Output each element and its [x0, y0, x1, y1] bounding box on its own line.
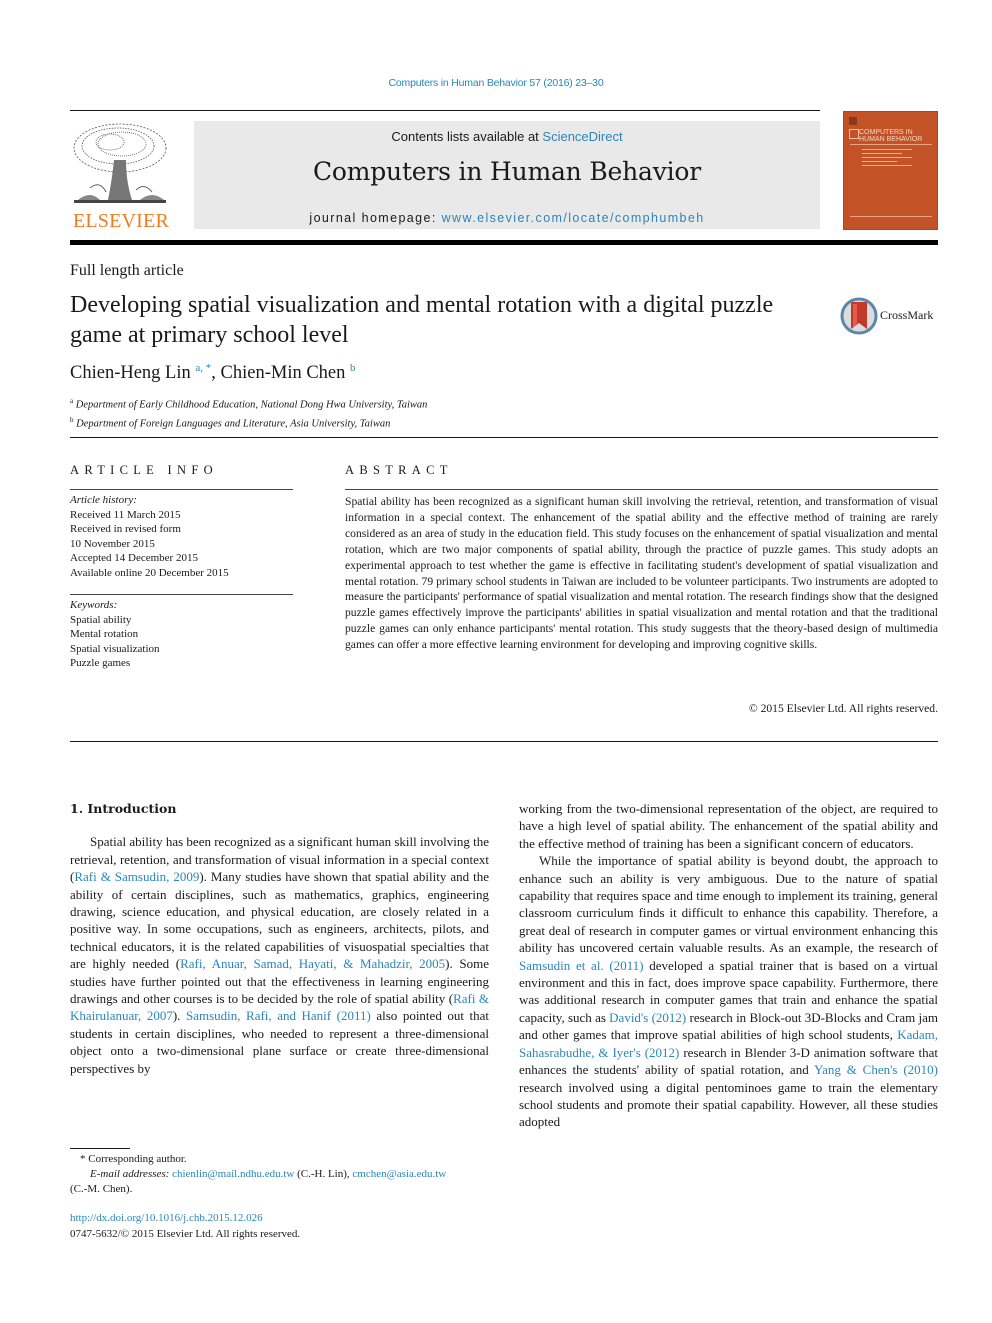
citation-link[interactable]: Samsudin, Rafi, and Hanif (2011)	[186, 1008, 371, 1023]
cover-title: COMPUTERS IN HUMAN BEHAVIOR	[859, 129, 922, 143]
affiliation-text: Department of Early Childhood Education,…	[75, 399, 428, 411]
corresponding-author-note: * Corresponding author.	[70, 1152, 489, 1167]
author-list: Chien-Heng Lin a, *, Chien-Min Chen b	[70, 362, 356, 384]
divider	[70, 741, 938, 742]
article-info-heading: ARTICLE INFO	[70, 463, 218, 477]
elsevier-tree-icon	[73, 123, 167, 203]
author-name[interactable]: Chien-Min Chen	[221, 363, 346, 383]
homepage-line: journal homepage: www.elsevier.com/locat…	[194, 211, 820, 225]
affiliation-text: Department of Foreign Languages and Lite…	[76, 418, 391, 430]
sciencedirect-link[interactable]: ScienceDirect	[542, 129, 622, 144]
header-top-rule	[70, 110, 820, 111]
email-note: E-mail addresses: chienlin@mail.ndhu.edu…	[70, 1167, 489, 1182]
abstract-text: Spatial ability has been recognized as a…	[345, 495, 938, 652]
footnotes: * Corresponding author. E-mail addresses…	[70, 1152, 489, 1197]
history-label: Article history:	[70, 494, 137, 506]
citation-link[interactable]: Rafi & Samsudin, 2009	[74, 869, 199, 884]
history-item: Received in revised form	[70, 523, 181, 535]
history-item: Available online 20 December 2015	[70, 566, 229, 579]
divider	[70, 594, 293, 595]
journal-cover-thumbnail[interactable]: COMPUTERS IN HUMAN BEHAVIOR	[843, 111, 938, 230]
keyword: Spatial visualization	[70, 642, 160, 655]
abstract-heading: ABSTRACT	[345, 463, 453, 477]
citation-link[interactable]: Rafi, Anuar, Samad, Hayati, & Mahadzir, …	[180, 956, 445, 971]
footnote-mark: *	[80, 1153, 86, 1165]
journal-homepage-link[interactable]: www.elsevier.com/locate/comphumbeh	[442, 211, 705, 225]
cover-title-line1: COMPUTERS IN	[859, 129, 913, 136]
issn-copyright: 0747-5632/© 2015 Elsevier Ltd. All right…	[70, 1227, 301, 1240]
contents-line: Contents lists available at ScienceDirec…	[194, 129, 820, 144]
keywords: Keywords: Spatial ability Mental rotatio…	[70, 598, 160, 671]
footnote-text: Corresponding author.	[88, 1153, 187, 1165]
email-link[interactable]: chienlin@mail.ndhu.edu.tw	[172, 1168, 294, 1180]
footnote-rule	[70, 1148, 130, 1149]
journal-reference-link[interactable]: Computers in Human Behavior 57 (2016) 23…	[0, 77, 992, 89]
citation-link[interactable]: Yang & Chen's (2010)	[814, 1062, 938, 1077]
history-item: Received 11 March 2015	[70, 508, 181, 521]
header-thick-rule	[70, 240, 938, 245]
keyword: Puzzle games	[70, 657, 131, 669]
author-affiliation-marks[interactable]: a, *	[195, 362, 211, 374]
crossmark-button[interactable]: CrossMark	[840, 294, 940, 338]
cover-emblem-icon	[849, 129, 859, 139]
article-history: Article history: Received 11 March 2015 …	[70, 493, 229, 580]
author-name[interactable]: Chien-Heng Lin	[70, 363, 191, 383]
author-separator: ,	[211, 363, 221, 384]
affiliation: b Department of Foreign Languages and Li…	[70, 413, 427, 432]
crossmark-label: CrossMark	[880, 308, 934, 322]
homepage-prefix: journal homepage:	[309, 211, 442, 225]
email-label: E-mail addresses:	[90, 1168, 170, 1180]
elsevier-logo[interactable]: ELSEVIER	[70, 120, 172, 232]
citation-link[interactable]: Kadam, Sahasrabudhe, & Iyer's (2012)	[519, 1027, 938, 1059]
affiliation-mark: a	[70, 397, 74, 405]
cover-publisher-mark-icon	[849, 117, 857, 125]
keywords-label: Keywords:	[70, 599, 118, 611]
affiliation-mark: b	[70, 416, 74, 424]
body-column-right: working from the two-dimensional represe…	[519, 800, 938, 1131]
keyword: Spatial ability	[70, 613, 132, 626]
affiliation: a Department of Early Childhood Educatio…	[70, 394, 427, 413]
citation-link[interactable]: David's (2012)	[609, 1010, 686, 1025]
body-paragraph: While the importance of spatial ability …	[519, 853, 938, 1130]
email-link[interactable]: cmchen@asia.edu.tw	[352, 1168, 446, 1180]
citation-link[interactable]: Samsudin et al. (2011)	[519, 958, 644, 973]
abstract-copyright: © 2015 Elsevier Ltd. All rights reserved…	[748, 702, 938, 715]
history-item: 10 November 2015	[70, 537, 155, 550]
divider	[70, 489, 293, 490]
cover-text-lines	[862, 149, 912, 169]
history-item: Accepted 14 December 2015	[70, 552, 198, 564]
elsevier-wordmark: ELSEVIER	[72, 210, 170, 232]
body-paragraph: working from the two-dimensional represe…	[519, 801, 938, 851]
author-affiliation-marks[interactable]: b	[350, 362, 356, 374]
article-title: Developing spatial visualization and men…	[70, 292, 774, 348]
keyword: Mental rotation	[70, 628, 139, 640]
doi-block: http://dx.doi.org/10.1016/j.chb.2015.12.…	[70, 1211, 300, 1242]
divider	[345, 489, 938, 490]
cover-title-line2: HUMAN BEHAVIOR	[859, 136, 923, 143]
body-column-left: 1. Introduction Spatial ability has been…	[70, 800, 489, 1077]
crossmark-bookmark-icon	[840, 297, 878, 335]
journal-title: Computers in Human Behavior	[312, 157, 702, 186]
journal-masthead: Contents lists available at ScienceDirec…	[194, 121, 820, 229]
section-heading-introduction: 1. Introduction	[70, 801, 177, 816]
cover-bottom-rule	[850, 216, 932, 217]
article-type: Full length article	[70, 262, 184, 279]
doi-link[interactable]: http://dx.doi.org/10.1016/j.chb.2015.12.…	[70, 1212, 263, 1224]
email-owner-line: (C.-M. Chen).	[70, 1183, 133, 1195]
contents-prefix: Contents lists available at	[391, 129, 543, 144]
cover-rule	[850, 144, 932, 145]
affiliations: a Department of Early Childhood Educatio…	[70, 394, 427, 432]
body-paragraph: Spatial ability has been recognized as a…	[70, 834, 489, 1076]
email-owner: (C.-H. Lin),	[294, 1168, 353, 1180]
divider	[70, 437, 938, 438]
